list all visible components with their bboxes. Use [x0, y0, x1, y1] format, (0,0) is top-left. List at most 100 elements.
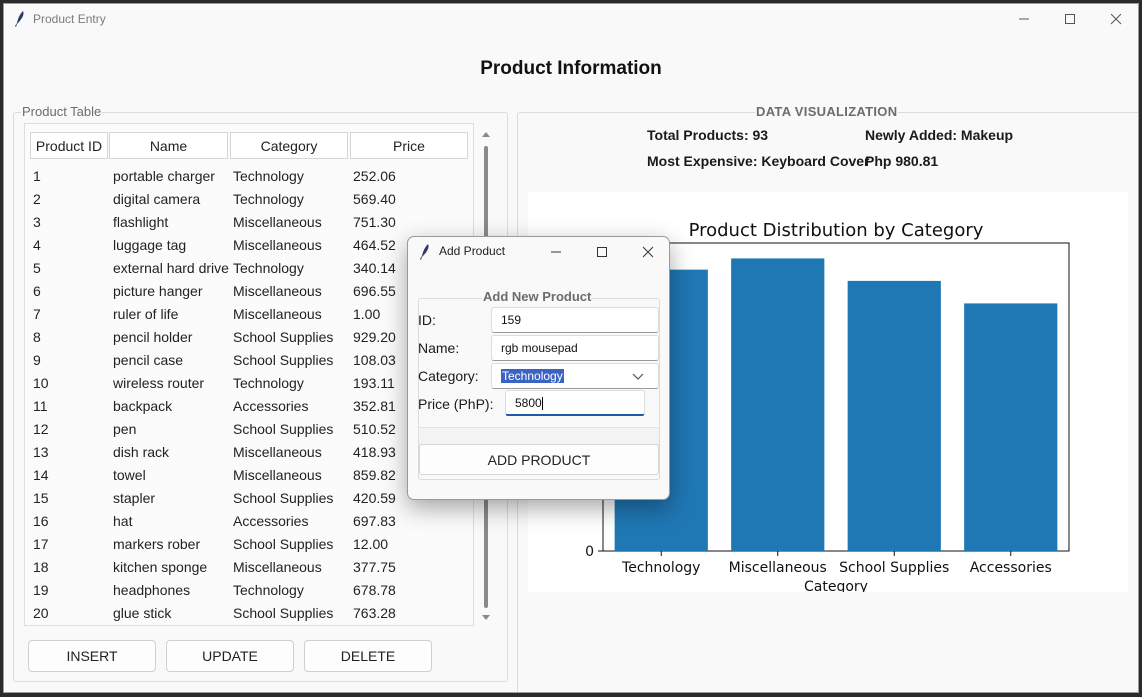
table-row[interactable]: 13 dish rack Miscellaneous 418.93: [25, 441, 473, 464]
chart-title: Product Distribution by Category: [689, 220, 984, 241]
table-row[interactable]: 18 kitchen sponge Miscellaneous 377.75: [25, 556, 473, 579]
table-row[interactable]: 7 ruler of life Miscellaneous 1.00: [25, 303, 473, 326]
cell-name: dish rack: [113, 444, 170, 460]
table-row[interactable]: 6 picture hanger Miscellaneous 696.55: [25, 280, 473, 303]
maximize-button[interactable]: [1047, 4, 1093, 34]
cell-category: School Supplies: [233, 329, 334, 345]
cell-price: 763.28: [353, 605, 396, 621]
cell-price: 377.75: [353, 559, 396, 575]
cell-category: Technology: [233, 191, 304, 207]
cell-price: 418.93: [353, 444, 396, 460]
cell-id: 16: [33, 513, 49, 529]
minimize-icon: [551, 251, 561, 253]
cell-id: 9: [33, 352, 41, 368]
column-header-id[interactable]: Product ID: [30, 132, 108, 159]
cell-price: 12.00: [353, 536, 389, 552]
cell-id: 15: [33, 490, 49, 506]
cell-name: picture hanger: [113, 283, 203, 299]
cell-name: markers rober: [113, 536, 201, 552]
column-header-name[interactable]: Name: [109, 132, 228, 159]
close-icon: [642, 246, 654, 258]
chevron-down-icon[interactable]: [632, 373, 644, 381]
id-input[interactable]: 159: [491, 307, 659, 333]
cell-category: Technology: [233, 260, 304, 276]
category-select[interactable]: Technology: [491, 363, 659, 389]
table-row[interactable]: 1 portable charger Technology 252.06: [25, 165, 473, 188]
column-header-category[interactable]: Category: [230, 132, 348, 159]
cell-category: Technology: [233, 582, 304, 598]
cell-category: Technology: [233, 168, 304, 184]
table-row[interactable]: 17 markers rober School Supplies 12.00: [25, 533, 473, 556]
table-row[interactable]: 5 external hard drive Technology 340.14: [25, 257, 473, 280]
product-table-label: Product Table: [21, 104, 103, 119]
table-row[interactable]: 20 glue stick School Supplies 763.28: [25, 602, 473, 625]
close-button[interactable]: [1093, 4, 1138, 34]
cell-category: Miscellaneous: [233, 237, 322, 253]
table-row[interactable]: 8 pencil holder School Supplies 929.20: [25, 326, 473, 349]
cell-id: 13: [33, 444, 49, 460]
cell-name: kitchen sponge: [113, 559, 208, 575]
cell-price: 859.82: [353, 467, 396, 483]
chart-x-tick-label: Accessories: [970, 560, 1052, 576]
column-header-price[interactable]: Price: [350, 132, 468, 159]
update-button[interactable]: UPDATE: [166, 640, 294, 672]
cell-price: 193.11: [353, 375, 395, 391]
cell-price: 352.81: [353, 398, 396, 414]
scroll-up-icon[interactable]: [481, 130, 491, 138]
cell-id: 14: [33, 467, 49, 483]
cell-id: 17: [33, 536, 49, 552]
minimize-button[interactable]: [1001, 4, 1047, 34]
most-expensive-price: Php 980.81: [865, 153, 939, 169]
scroll-down-icon[interactable]: [481, 614, 491, 622]
cell-id: 6: [33, 283, 41, 299]
table-row[interactable]: 19 headphones Technology 678.78: [25, 579, 473, 602]
cell-price: 510.52: [353, 421, 396, 437]
cell-id: 19: [33, 582, 49, 598]
cell-name: ruler of life: [113, 306, 179, 322]
cell-category: Miscellaneous: [233, 283, 322, 299]
feather-icon: [15, 11, 24, 27]
table-row[interactable]: 12 pen School Supplies 510.52: [25, 418, 473, 441]
add-product-button[interactable]: ADD PRODUCT: [419, 444, 659, 475]
title-bar: Product Entry: [4, 4, 1138, 34]
cell-category: School Supplies: [233, 490, 334, 506]
table-row[interactable]: 15 stapler School Supplies 420.59: [25, 487, 473, 510]
most-expensive-stat: Most Expensive: Keyboard Cover: [647, 153, 870, 169]
cell-price: 1.00: [353, 306, 381, 322]
cell-category: Accessories: [233, 398, 309, 414]
dialog-maximize-button[interactable]: [579, 237, 625, 267]
insert-button[interactable]: INSERT: [28, 640, 156, 672]
cell-id: 10: [33, 375, 49, 391]
cell-name: headphones: [113, 582, 191, 598]
dialog-title: Add Product: [439, 244, 506, 258]
name-label: Name:: [418, 340, 460, 356]
close-icon: [1110, 13, 1122, 25]
dialog-close-button[interactable]: [625, 237, 669, 267]
cell-id: 3: [33, 214, 41, 230]
table-row[interactable]: 3 flashlight Miscellaneous 751.30: [25, 211, 473, 234]
name-input[interactable]: rgb mousepad: [491, 335, 659, 361]
delete-button[interactable]: DELETE: [304, 640, 432, 672]
cell-name: backpack: [113, 398, 173, 414]
dialog-minimize-button[interactable]: [533, 237, 579, 267]
table-row[interactable]: 4 luggage tag Miscellaneous 464.52: [25, 234, 473, 257]
chart-bar: [964, 303, 1058, 551]
chart-x-tick-label: School Supplies: [839, 560, 949, 576]
cell-name: glue stick: [113, 605, 172, 621]
table-row[interactable]: 16 hat Accessories 697.83: [25, 510, 473, 533]
cell-name: hat: [113, 513, 133, 529]
cell-price: 696.55: [353, 283, 396, 299]
cell-name: towel: [113, 467, 146, 483]
table-row[interactable]: 14 towel Miscellaneous 859.82: [25, 464, 473, 487]
cell-id: 2: [33, 191, 41, 207]
table-row[interactable]: 2 digital camera Technology 569.40: [25, 188, 473, 211]
add-product-dialog: Add Product Add New Product ID: 159 Name…: [407, 236, 670, 500]
table-row[interactable]: 9 pencil case School Supplies 108.03: [25, 349, 473, 372]
add-new-product-label: Add New Product: [482, 289, 593, 304]
cell-price: 340.14: [353, 260, 396, 276]
price-value: 5800: [515, 396, 542, 410]
table-row[interactable]: 10 wireless router Technology 193.11: [25, 372, 473, 395]
price-input[interactable]: 5800: [505, 390, 645, 416]
table-row[interactable]: 11 backpack Accessories 352.81: [25, 395, 473, 418]
cell-id: 1: [33, 168, 41, 184]
